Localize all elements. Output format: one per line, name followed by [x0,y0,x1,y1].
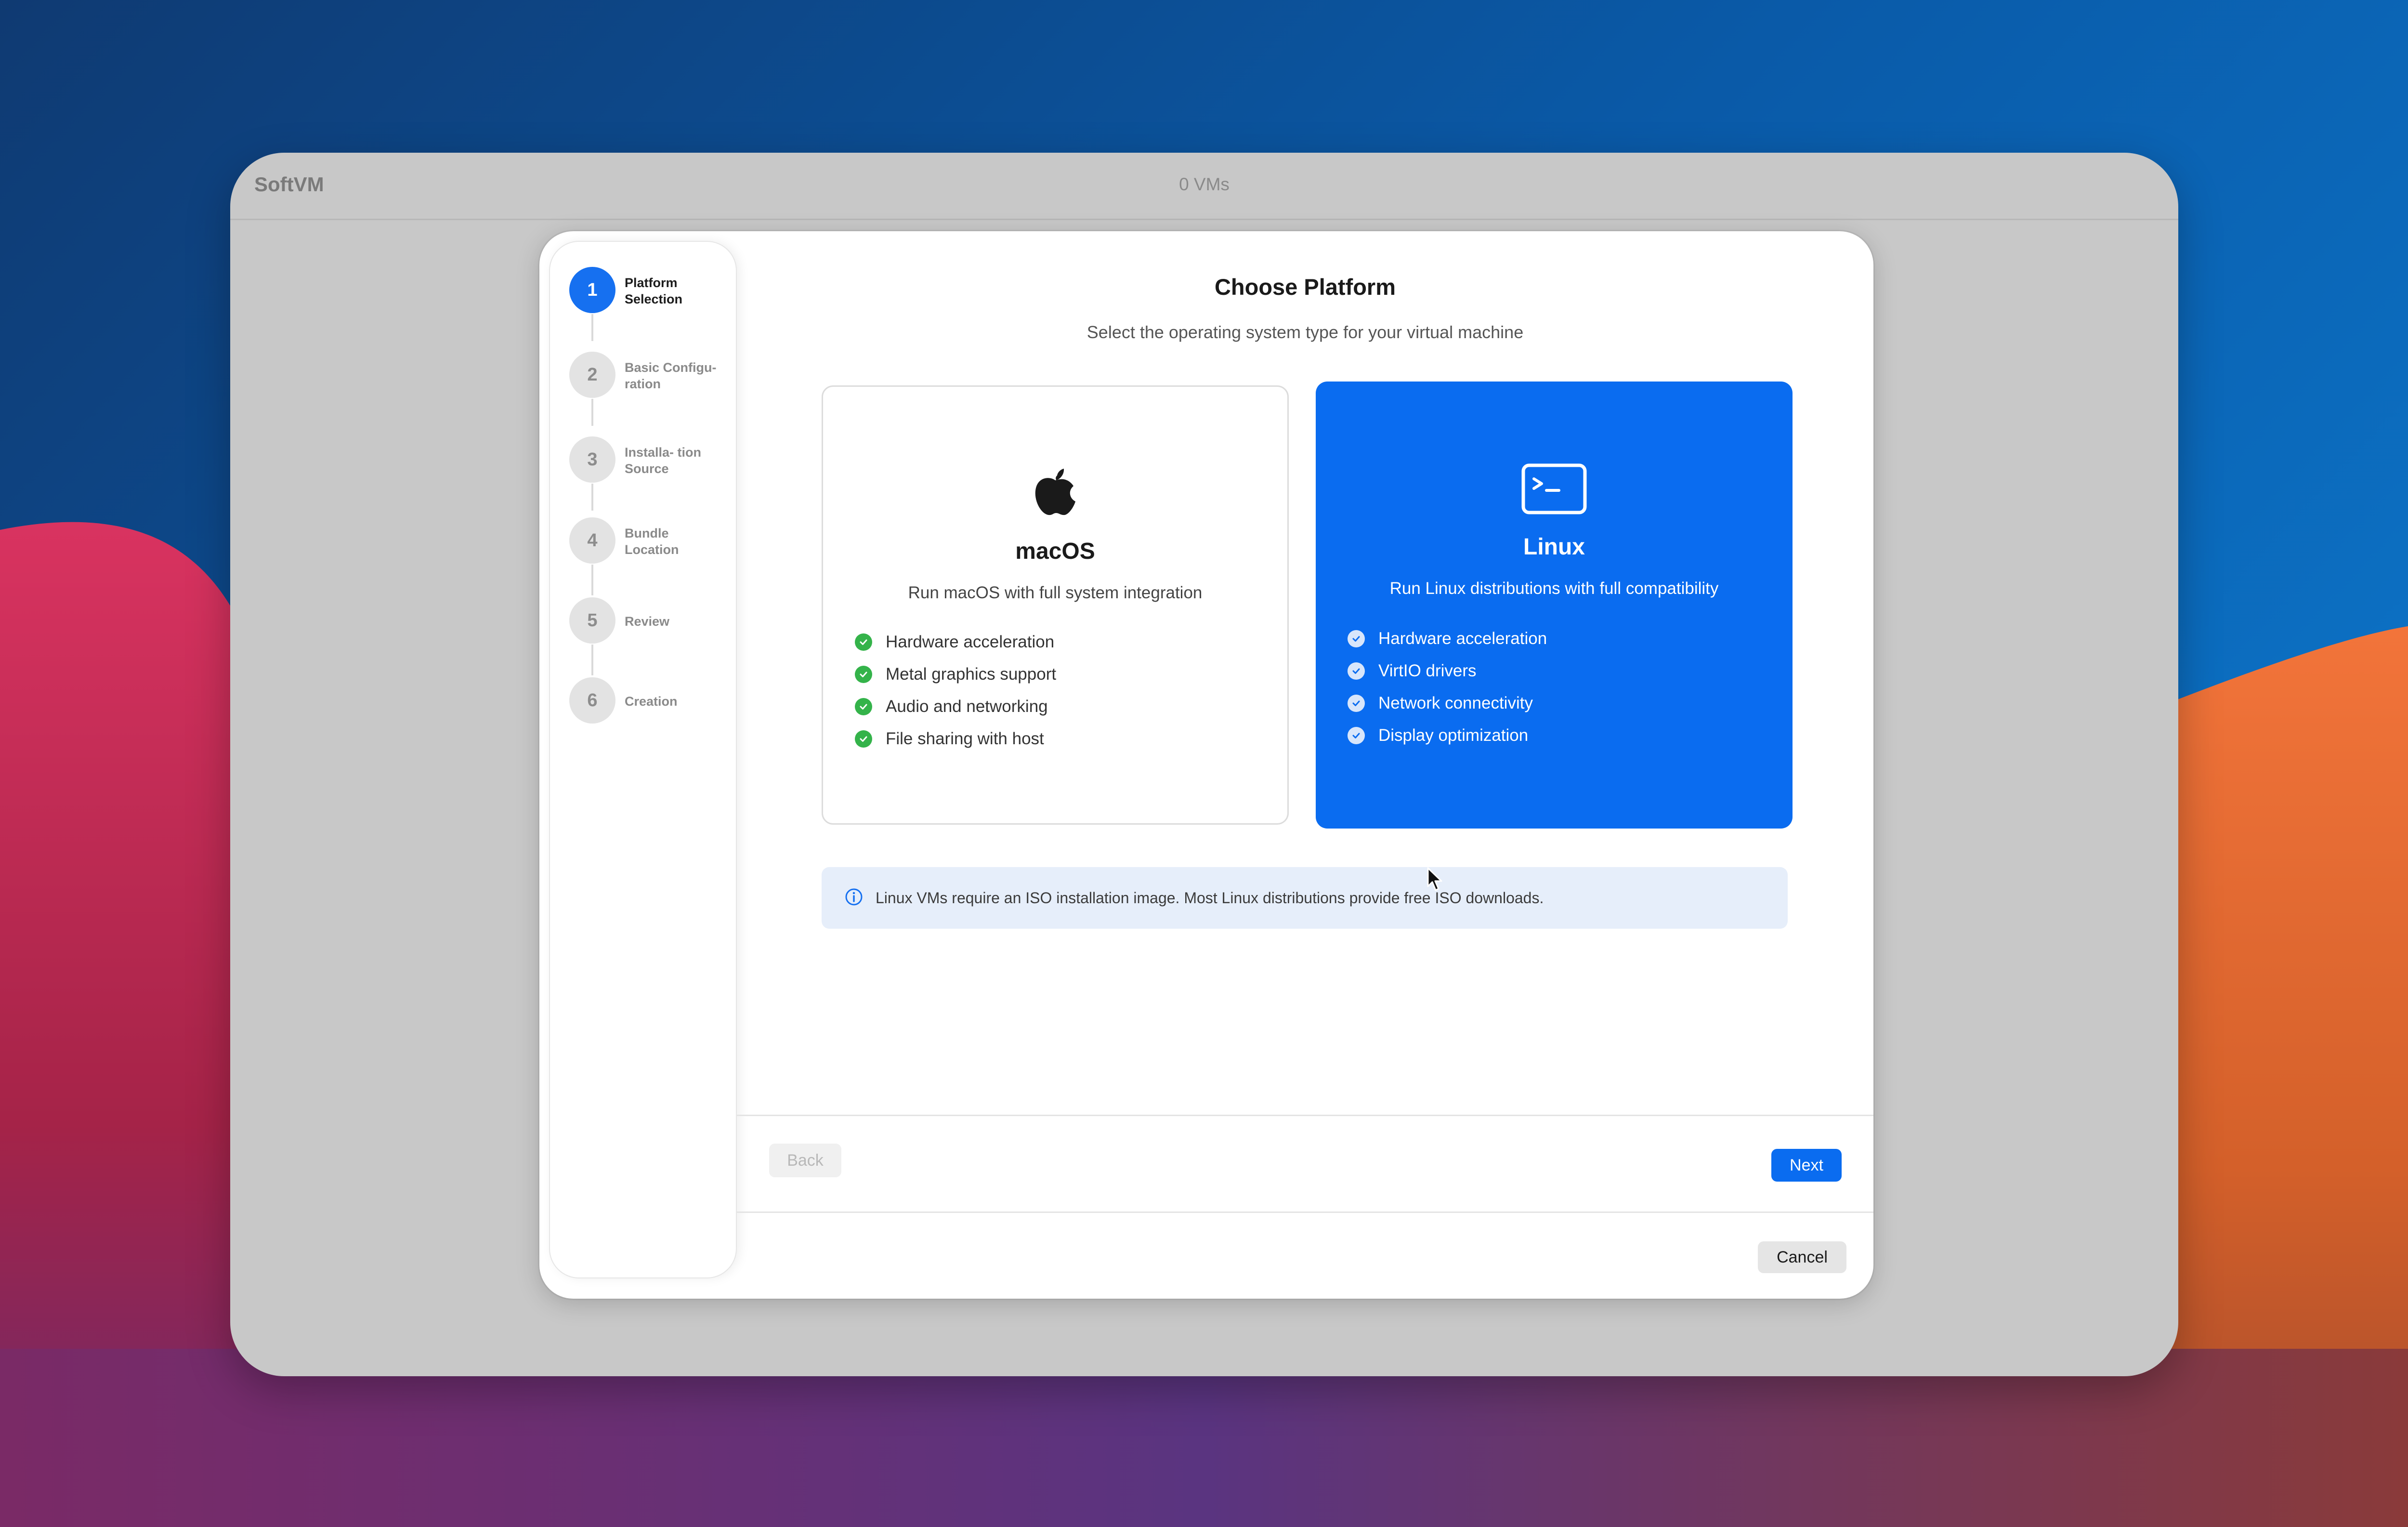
step-label: Creation [625,694,678,709]
feature-text: Network connectivity [1378,693,1533,712]
info-text: Linux VMs require an ISO installation im… [876,889,1544,907]
step-label: Platform Selection [625,276,683,306]
terminal-icon [1316,463,1793,517]
back-button[interactable]: Back [769,1144,841,1177]
wizard-steps-sidebar: 1 Platform Selection 2 Basic Configu- ra… [550,242,736,1277]
wizard-step-installation-source[interactable]: 3 Installa- tion Source [569,436,733,485]
footer-divider [737,1115,1873,1116]
feature-text: Hardware acceleration [886,632,1055,651]
step-connector [591,399,593,426]
check-circle-icon [1348,726,1365,744]
check-circle-icon [1348,694,1365,712]
feature-text: Metal graphics support [886,664,1057,684]
feature-item: Metal graphics support [855,658,1056,690]
page-subtitle: Select the operating system type for you… [1086,322,1524,342]
check-circle-icon [855,730,872,748]
step-label: Installa- tion Source [625,445,702,476]
wizard-step-bundle-location[interactable]: 4 Bundle Location [569,517,733,566]
feature-text: VirtIO drivers [1378,661,1477,680]
step-number: 3 [569,436,615,483]
check-circle-icon [855,698,872,715]
titlebar: SoftVM 0 VMs [230,153,2178,220]
feature-item: VirtIO drivers [1348,655,1547,687]
cancel-button[interactable]: Cancel [1758,1241,1846,1273]
feature-list: Hardware acceleration Metal graphics sup… [855,626,1056,755]
step-number: 4 [569,517,615,564]
feature-list: Hardware acceleration VirtIO drivers Net… [1348,622,1547,751]
step-label: Review [625,614,670,629]
page-title: Choose Platform [1214,274,1396,300]
platform-card-macos[interactable]: macOS Run macOS with full system integra… [822,385,1289,825]
mouse-cursor-icon [1427,867,1442,891]
check-circle-icon [855,665,872,683]
step-number: 6 [569,677,615,724]
wizard-step-basic-configuration[interactable]: 2 Basic Configu- ration [569,352,733,400]
footer-divider [737,1211,1873,1213]
step-connector [591,484,593,511]
check-circle-icon [855,633,872,651]
step-connector [591,314,593,341]
platform-card-linux[interactable]: Linux Run Linux distributions with full … [1316,382,1793,829]
step-connector [591,645,593,675]
feature-text: File sharing with host [886,729,1044,748]
next-button[interactable]: Next [1771,1149,1842,1182]
platform-name: Linux [1523,534,1585,560]
platform-description: Run Linux distributions with full compat… [1389,579,1719,598]
feature-text: Audio and networking [886,697,1048,716]
feature-item: Hardware acceleration [1348,622,1547,655]
feature-item: Hardware acceleration [855,626,1056,658]
platform-description: Run macOS with full system integration [908,583,1203,602]
step-connector [591,565,593,595]
info-icon [845,888,863,908]
step-label: Basic Configu- ration [625,360,717,391]
feature-item: Audio and networking [855,690,1056,723]
feature-item: File sharing with host [855,723,1056,755]
wizard-step-creation[interactable]: 6 Creation [569,677,733,725]
new-vm-sheet: 1 Platform Selection 2 Basic Configu- ra… [539,231,1873,1299]
feature-text: Display optimization [1378,725,1529,745]
step-number: 2 [569,352,615,398]
feature-item: Display optimization [1348,719,1547,751]
info-banner: Linux VMs require an ISO installation im… [822,867,1788,929]
wizard-step-review[interactable]: 5 Review [569,597,733,645]
wizard-step-platform-selection[interactable]: 1 Platform Selection [569,267,733,315]
platform-name: macOS [1015,539,1095,564]
check-circle-icon [1348,630,1365,647]
step-label: Bundle Location [625,526,679,557]
step-number: 5 [569,597,615,644]
step-number: 1 [569,267,615,313]
apple-logo-icon [823,464,1287,519]
vm-count: 0 VMs [1179,174,1230,194]
feature-text: Hardware acceleration [1378,629,1547,648]
feature-item: Network connectivity [1348,687,1547,719]
check-circle-icon [1348,662,1365,680]
